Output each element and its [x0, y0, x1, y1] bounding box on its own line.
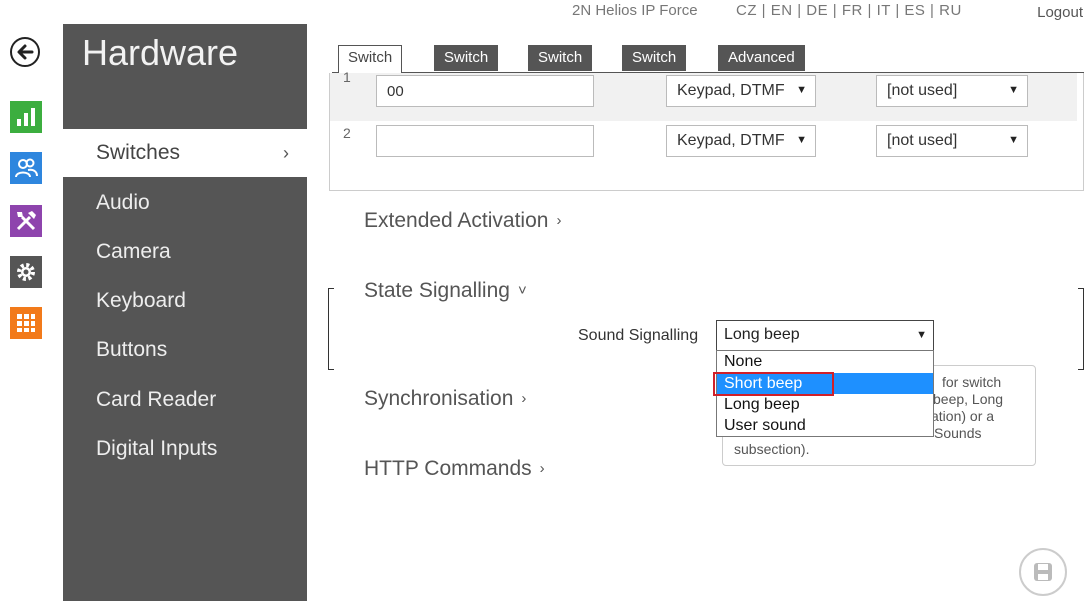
option-long-beep[interactable]: Long beep: [717, 394, 933, 415]
tools-icon: [16, 211, 36, 231]
status-nav-button[interactable]: [10, 101, 42, 133]
help-text: for switch: [942, 374, 1002, 390]
help-text: Sounds: [934, 425, 982, 441]
top-bar: 2N Helios IP Force CZ | EN | DE | FR | I…: [560, 0, 1089, 24]
sidebar-item-label: Digital Inputs: [96, 437, 218, 460]
section-state-signalling[interactable]: State Signalling ˅: [364, 279, 527, 303]
users-icon: [15, 158, 38, 178]
sound-signalling-value: Long beep: [724, 326, 800, 343]
section-bracket-left: [328, 288, 334, 370]
directory-nav-button[interactable]: [10, 152, 42, 184]
gear-icon: [17, 263, 35, 281]
sidebar-item-label: Keyboard: [96, 289, 186, 312]
section-title: Extended Activation: [364, 209, 549, 232]
sidebar-item-label: Buttons: [96, 338, 168, 361]
sound-signalling-select[interactable]: Long beep ▼: [716, 320, 934, 351]
table-row: 1 00 Keypad, DTMF ▼ [not used] ▼: [330, 69, 1077, 121]
caret-down-icon: ▼: [796, 84, 807, 96]
tab-switch-4[interactable]: Switch 4: [622, 45, 687, 90]
help-text: subsection).: [734, 441, 810, 457]
sidebar-item-switches[interactable]: Switches ›: [63, 129, 307, 177]
sidebar-item-label: Switches: [96, 141, 181, 164]
hardware-nav-button[interactable]: [10, 205, 42, 237]
access-select[interactable]: Keypad, DTMF ▼: [666, 125, 816, 157]
section-title: State Signalling: [364, 279, 510, 302]
time-profile-value: [not used]: [887, 132, 958, 149]
option-none[interactable]: None: [717, 351, 933, 372]
highlight-box: [713, 372, 834, 396]
time-profile-value: [not used]: [887, 82, 958, 99]
chevron-right-icon: ›: [556, 212, 562, 229]
page: 2N Helios IP Force CZ | EN | DE | FR | I…: [0, 0, 1089, 601]
access-select[interactable]: Keypad, DTMF ▼: [666, 75, 816, 107]
grid-icon: [17, 314, 35, 332]
row-number: 2: [343, 125, 351, 141]
sidebar-item-audio[interactable]: Audio: [63, 179, 307, 227]
table-row: 2 Keypad, DTMF ▼ [not used] ▼: [330, 117, 1077, 165]
access-value: Keypad, DTMF: [677, 132, 785, 149]
section-bracket-right: [1078, 288, 1084, 370]
system-nav-button[interactable]: [10, 307, 42, 339]
services-nav-button[interactable]: [10, 256, 42, 288]
option-user-sound[interactable]: User sound: [717, 415, 933, 436]
section-extended-activation[interactable]: Extended Activation ›: [364, 209, 561, 233]
tab-switch-2[interactable]: Switch 2: [434, 45, 499, 90]
sidebar-title: Hardware: [82, 32, 239, 73]
section-title: HTTP Commands: [364, 457, 532, 480]
chevron-right-icon: ›: [539, 460, 545, 477]
code-input[interactable]: 00: [376, 75, 594, 107]
sidebar: Hardware Switches › Audio Camera Keyboar…: [63, 24, 307, 601]
time-profile-select[interactable]: [not used] ▼: [876, 125, 1028, 157]
sidebar-item-keyboard[interactable]: Keyboard: [63, 277, 307, 325]
sidebar-item-camera[interactable]: Camera: [63, 228, 307, 276]
chevron-right-icon: ›: [283, 143, 289, 163]
back-button[interactable]: [10, 37, 40, 67]
sidebar-item-buttons[interactable]: Buttons: [63, 326, 307, 374]
bar-chart-icon: [17, 108, 35, 126]
sidebar-item-card-reader[interactable]: Card Reader: [63, 376, 307, 424]
sound-signalling-label: Sound Signalling: [578, 327, 699, 344]
sidebar-item-label: Card Reader: [96, 388, 217, 411]
chevron-down-icon: ˅: [517, 282, 527, 299]
language-selector[interactable]: CZ | EN | DE | FR | IT | ES | RU: [736, 2, 962, 19]
caret-down-icon: ▼: [1008, 84, 1019, 96]
save-button[interactable]: [1019, 548, 1067, 596]
help-text: ation) or a: [931, 408, 995, 424]
section-http-commands[interactable]: HTTP Commands ›: [364, 457, 545, 481]
time-profile-select[interactable]: [not used] ▼: [876, 75, 1028, 107]
access-value: Keypad, DTMF: [677, 82, 785, 99]
help-text: beep, Long: [933, 391, 1004, 407]
row-number: 1: [343, 69, 351, 85]
section-synchronisation[interactable]: Synchronisation ›: [364, 387, 526, 411]
sidebar-item-digital-inputs[interactable]: Digital Inputs: [63, 425, 307, 473]
sidebar-item-label: Camera: [96, 240, 171, 263]
section-title: Synchronisation: [364, 387, 514, 410]
code-input[interactable]: [376, 125, 594, 157]
logout-link[interactable]: Logout: [1037, 4, 1083, 21]
sidebar-item-label: Audio: [96, 191, 150, 214]
caret-down-icon: ▼: [796, 134, 807, 146]
caret-down-icon: ▼: [1008, 134, 1019, 146]
back-arrow-icon: [17, 44, 34, 60]
floppy-disk-icon: [1034, 563, 1052, 581]
tab-advanced[interactable]: Advanced: [718, 45, 805, 71]
caret-down-icon: ▼: [916, 329, 927, 341]
chevron-right-icon: ›: [521, 390, 527, 407]
device-name: 2N Helios IP Force: [572, 2, 698, 19]
tab-switch-3[interactable]: Switch 3: [528, 45, 593, 90]
access-codes-table: 1 00 Keypad, DTMF ▼ [not used] ▼ 2 Keypa…: [329, 69, 1084, 191]
